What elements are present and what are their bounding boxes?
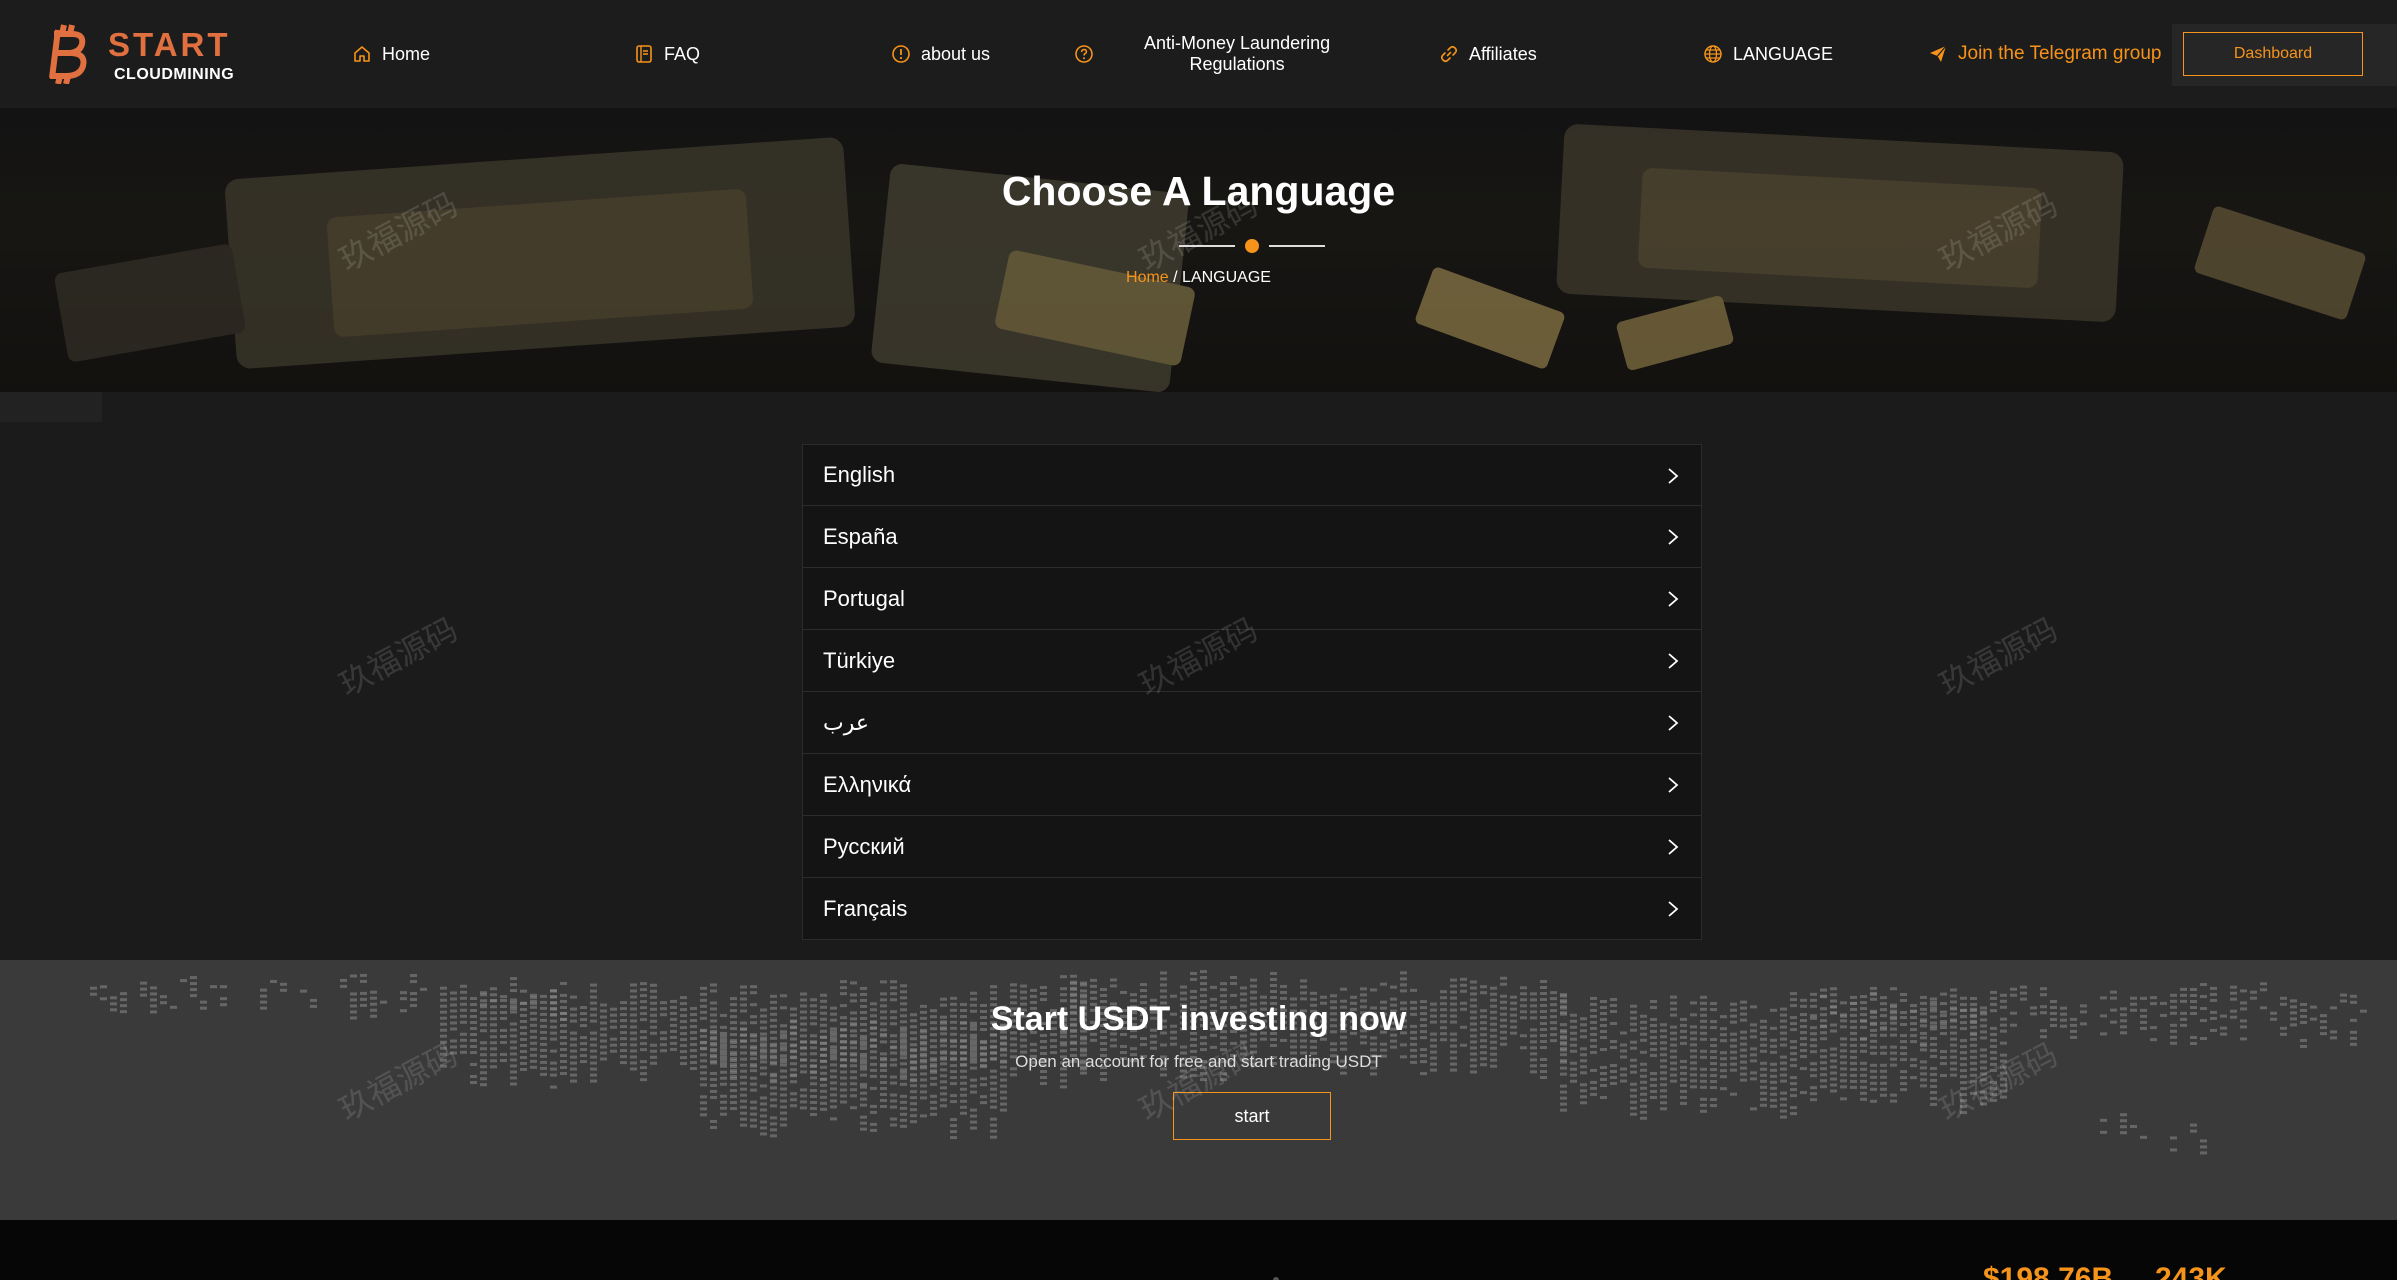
chevron-right-icon — [1668, 529, 1679, 545]
chevron-right-icon — [1668, 715, 1679, 731]
nav-aml-line2: Regulations — [1189, 54, 1285, 74]
bitcoin-icon — [49, 24, 87, 84]
main-content: English España Portugal Türkiye عرب Ελλη… — [0, 392, 2397, 960]
hero-corner-shade — [0, 392, 102, 422]
language-label: Portugal — [823, 585, 905, 611]
chevron-right-icon — [1668, 653, 1679, 669]
stats-strip: $198.76B 243K — [0, 1220, 2397, 1280]
breadcrumb-separator: / — [1168, 269, 1183, 286]
telegram-icon — [1930, 45, 1947, 62]
language-item-english[interactable]: English — [802, 444, 1702, 506]
chevron-right-icon — [1668, 468, 1679, 484]
nav-telegram[interactable]: Join the Telegram group — [1928, 0, 2162, 108]
nav-telegram-label: Join the Telegram group — [1958, 43, 2162, 64]
nav-affiliates-label: Affiliates — [1469, 43, 1537, 64]
cta-title: Start USDT investing now — [990, 1000, 1407, 1038]
globe-icon — [1704, 45, 1722, 63]
nav-faq-label: FAQ — [664, 43, 701, 64]
language-label: عرب — [823, 709, 869, 735]
cta-subtitle: Open an account for free and start tradi… — [1015, 1052, 1382, 1071]
nav-aml-line1: Anti-Money Laundering — [1144, 33, 1331, 53]
nav-language[interactable]: LANGUAGE — [1703, 0, 1833, 108]
chevron-right-icon — [1668, 777, 1679, 793]
cta-section: Start USDT investing now Open an account… — [0, 960, 2397, 1220]
decorative-dot — [1273, 1277, 1279, 1280]
language-item-turkiye[interactable]: Türkiye — [802, 630, 1702, 692]
language-label: Français — [823, 895, 908, 921]
nav-about[interactable]: about us — [891, 0, 990, 108]
nav-faq[interactable]: FAQ — [634, 0, 700, 108]
brand-logo[interactable]: START CLOUDMINING — [44, 22, 244, 84]
nav-language-label: LANGUAGE — [1733, 43, 1834, 64]
title-divider — [1179, 239, 1325, 253]
nav-home[interactable]: Home — [352, 0, 430, 108]
stat-volume: $198.76B — [1983, 1262, 2114, 1280]
language-item-espana[interactable]: España — [802, 506, 1702, 568]
brand-name: START — [108, 26, 231, 63]
nav-affiliates[interactable]: Affiliates — [1439, 0, 1537, 108]
language-label: English — [823, 462, 896, 487]
info-circle-icon — [892, 45, 910, 63]
breadcrumb-home[interactable]: Home — [1126, 269, 1169, 286]
brand-tagline: CLOUDMINING — [114, 66, 235, 83]
nav-aml[interactable]: Anti-Money Laundering Regulations — [1074, 0, 1330, 108]
site-header: START CLOUDMINING Home FAQ about us Anti… — [0, 0, 2397, 108]
chevron-right-icon — [1668, 839, 1679, 855]
book-icon — [636, 45, 652, 63]
link-icon — [1440, 45, 1458, 63]
language-label: España — [823, 523, 898, 549]
home-icon — [354, 46, 370, 62]
language-item-arabic[interactable]: عرب — [802, 692, 1702, 754]
language-label: Русский — [823, 833, 905, 859]
language-label: Türkiye — [823, 647, 896, 673]
breadcrumb: Home / LANGUAGE — [0, 269, 2397, 287]
dashboard-wrapper: Dashboard — [2172, 24, 2397, 86]
language-item-greek[interactable]: Ελληνικά — [802, 754, 1702, 816]
nav-home-label: Home — [382, 43, 431, 64]
chevron-right-icon — [1668, 901, 1679, 917]
dashboard-button[interactable]: Dashboard — [2183, 32, 2363, 76]
breadcrumb-current: LANGUAGE — [1182, 269, 1271, 286]
start-button[interactable]: start — [1173, 1092, 1331, 1140]
language-item-portugal[interactable]: Portugal — [802, 568, 1702, 630]
language-item-french[interactable]: Français — [802, 878, 1702, 940]
language-item-russian[interactable]: Русский — [802, 816, 1702, 878]
hero-banner: Choose A Language Home / LANGUAGE — [0, 108, 2397, 392]
stat-users: 243K — [2155, 1262, 2227, 1280]
page-title: Choose A Language — [1001, 168, 1396, 214]
chevron-right-icon — [1668, 591, 1679, 607]
nav-about-label: about us — [921, 43, 991, 64]
language-label: Ελληνικά — [823, 771, 912, 797]
language-list: English España Portugal Türkiye عرب Ελλη… — [802, 444, 1702, 940]
help-circle-icon — [1075, 45, 1093, 63]
world-map-background — [90, 970, 2367, 1155]
nav-aml-label: Anti-Money Laundering Regulations — [1144, 33, 1330, 75]
